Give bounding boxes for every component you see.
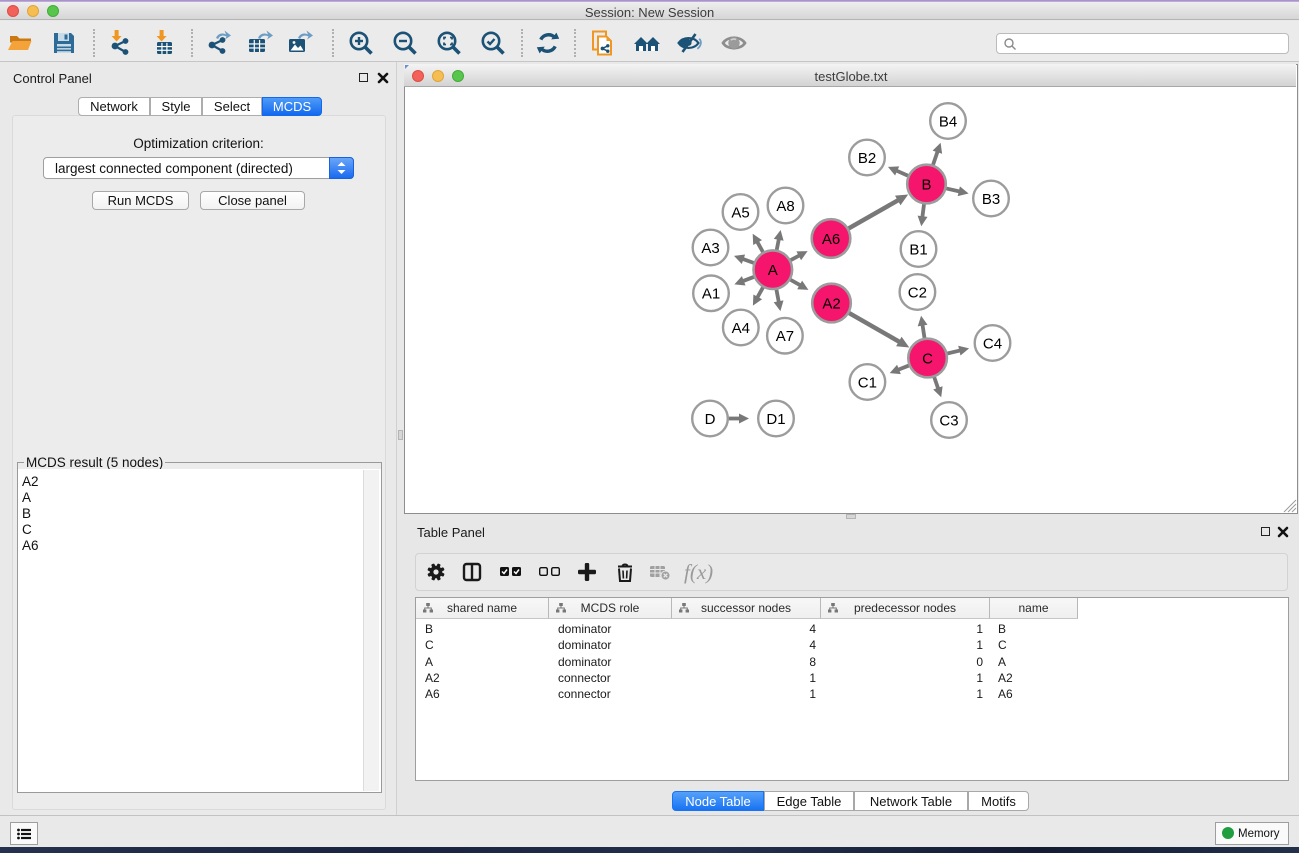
svg-text:A7: A7 [776,328,794,345]
svg-text:B2: B2 [858,150,876,167]
svg-text:A5: A5 [731,204,749,221]
svg-text:B1: B1 [909,241,927,258]
svg-text:A1: A1 [702,286,720,303]
svg-text:C3: C3 [939,412,958,429]
svg-text:A6: A6 [822,231,840,248]
svg-text:B: B [921,176,931,193]
svg-text:A: A [768,262,778,279]
svg-text:D1: D1 [766,411,785,428]
svg-text:A8: A8 [776,198,794,215]
svg-text:B4: B4 [939,113,957,130]
svg-text:C1: C1 [858,374,877,391]
svg-text:B3: B3 [982,191,1000,208]
svg-text:C: C [922,350,933,367]
svg-text:C4: C4 [983,335,1002,352]
svg-text:A3: A3 [701,240,719,257]
svg-text:D: D [705,411,716,428]
svg-text:A4: A4 [732,320,750,337]
svg-text:C2: C2 [908,284,927,301]
svg-text:A2: A2 [822,295,840,312]
